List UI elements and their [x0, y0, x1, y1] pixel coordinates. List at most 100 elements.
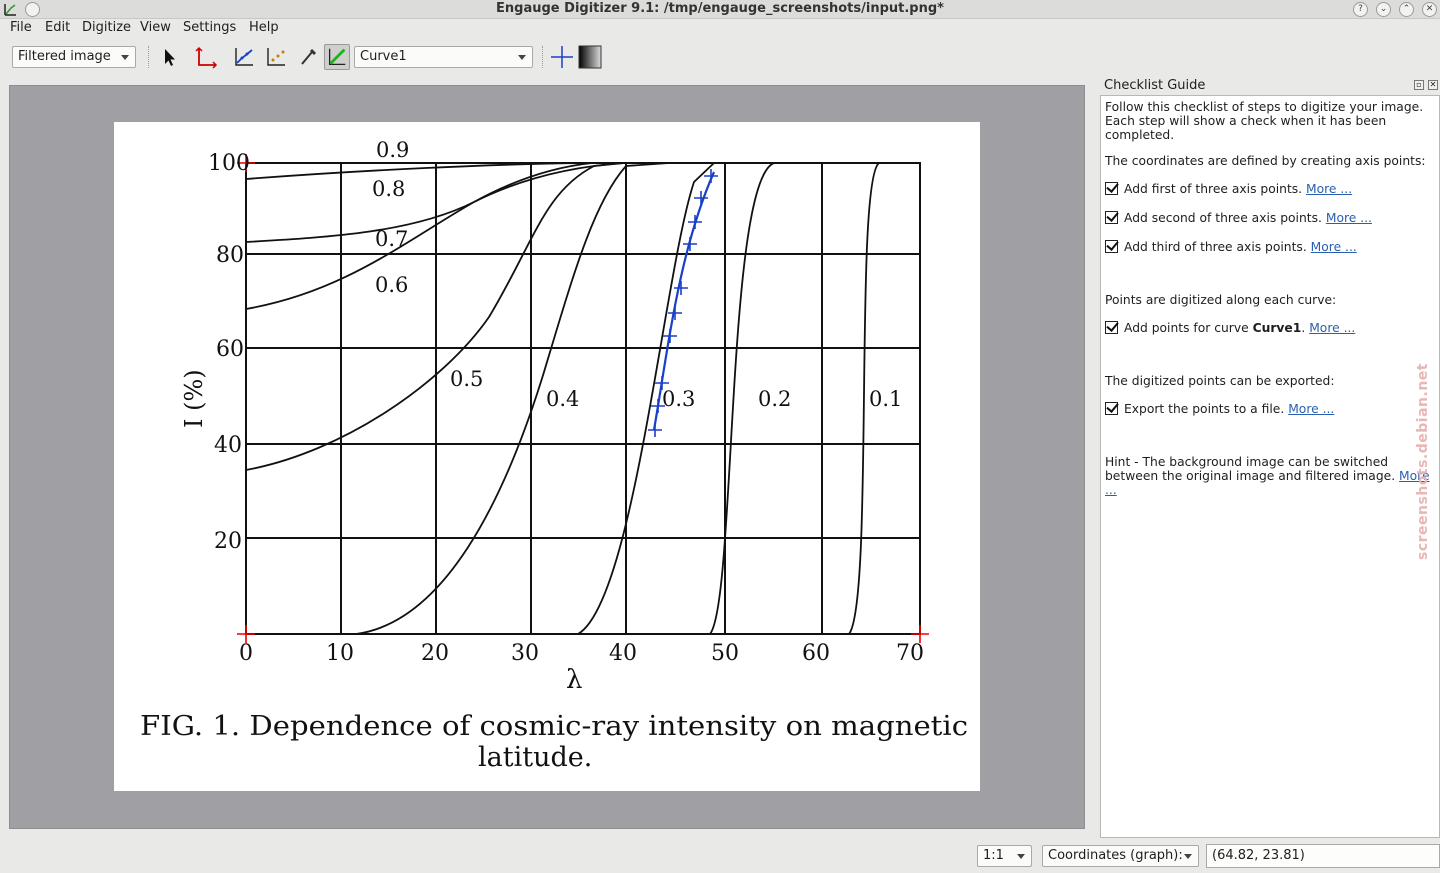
chevron-down-icon [121, 55, 129, 60]
background-mode-value: Filtered image [18, 49, 111, 64]
hint-text: Hint - The background image can be switc… [1105, 455, 1435, 497]
x-tick-label: 70 [896, 641, 924, 666]
checklist-step-export: Export the points to a file. More ... [1105, 402, 1435, 416]
zoom-select[interactable]: 1:1 [977, 845, 1032, 867]
curve-label: 0.6 [375, 273, 408, 297]
x-tick-label: 20 [421, 641, 449, 666]
checkbox-checked-icon [1105, 402, 1118, 415]
checklist-guide-title: Checklist Guide [1104, 78, 1206, 93]
title-bar: Engauge Digitizer 9.1: /tmp/engauge_scre… [0, 0, 1440, 19]
zoom-value: 1:1 [983, 848, 1004, 863]
figure-caption-line2: latitude. [478, 742, 592, 773]
curve-point-marker[interactable] [674, 281, 688, 295]
curve-label: 0.2 [758, 387, 791, 411]
checklist-step-axis-3: Add third of three axis points. More ... [1105, 240, 1435, 254]
step-text: Add second of three axis points. [1124, 211, 1322, 225]
curve-label: 0.8 [372, 177, 405, 201]
checklist-step-axis-1: Add first of three axis points. More ... [1105, 182, 1435, 196]
curve-label: 0.1 [869, 387, 902, 411]
coordinate-mode-select[interactable]: Coordinates (graph): [1042, 845, 1199, 867]
point-match-tool-icon[interactable] [263, 44, 289, 70]
help-button[interactable]: ? [1353, 2, 1368, 17]
checklist-guide-panel: Follow this checklist of steps to digiti… [1100, 95, 1440, 838]
digitized-image[interactable]: 100 80 60 40 20 0 10 20 30 40 50 60 70 0… [114, 122, 980, 791]
dock-float-button[interactable]: ▫ [1414, 80, 1424, 90]
toolbar: Filtered image Curve1 [0, 40, 1440, 74]
curve-point-marker[interactable] [668, 306, 682, 320]
x-tick-label: 40 [609, 641, 637, 666]
more-link[interactable]: More ... [1326, 211, 1372, 225]
step-text: Add third of three axis points. [1124, 240, 1307, 254]
gradient-icon[interactable] [577, 44, 603, 70]
curve-select-value: Curve1 [360, 49, 407, 64]
select-tool-icon[interactable] [156, 44, 182, 70]
menu-view[interactable]: View [140, 20, 171, 35]
curve-0.7 [245, 162, 593, 310]
curve-label: 0.7 [375, 227, 408, 251]
curve-name: Curve1 [1252, 321, 1302, 335]
axis-point-tool-icon[interactable] [193, 44, 219, 70]
y-axis-label: I (%) [180, 369, 208, 428]
menu-file[interactable]: File [10, 20, 32, 35]
more-link[interactable]: More ... [1288, 402, 1334, 416]
x-tick-labels: 0 10 20 30 40 50 60 70 [239, 641, 924, 666]
more-link[interactable]: More ... [1306, 182, 1352, 196]
checklist-step-curve: Add points for curve Curve1. More ... [1105, 321, 1435, 335]
x-tick-label: 60 [802, 641, 830, 666]
curve-point-tool-icon[interactable] [231, 44, 257, 70]
y-tick-labels: 100 80 60 40 20 [208, 151, 250, 554]
status-bar: 1:1 Coordinates (graph): (64.82, 23.81) [0, 840, 1440, 873]
checklist-step-axis-2: Add second of three axis points. More ..… [1105, 211, 1435, 225]
curve-point-marker[interactable] [648, 423, 662, 437]
more-link[interactable]: More ... [1311, 240, 1357, 254]
curve-point-marker[interactable] [663, 329, 677, 343]
chevron-down-icon [1017, 854, 1025, 859]
curve-label: 0.9 [376, 138, 409, 162]
minimize-button[interactable]: ⌄ [1376, 2, 1391, 17]
menu-digitize[interactable]: Digitize [82, 20, 131, 35]
y-tick-label: 60 [216, 337, 244, 362]
segment-fill-icon [328, 48, 346, 66]
curve-label: 0.5 [450, 367, 483, 391]
checkbox-checked-icon [1105, 321, 1118, 334]
crosshair-icon[interactable] [549, 44, 575, 70]
menu-bar: File Edit Digitize View Settings Help [0, 19, 1440, 39]
checklist-intro: Follow this checklist of steps to digiti… [1105, 100, 1424, 142]
curve-point-marker[interactable] [688, 215, 702, 229]
x-tick-label: 30 [511, 641, 539, 666]
curve-select[interactable]: Curve1 [354, 46, 533, 68]
maximize-button[interactable]: ⌃ [1399, 2, 1414, 17]
curve-heading: Points are digitized along each curve: [1105, 293, 1337, 307]
menu-settings[interactable]: Settings [183, 20, 236, 35]
window-title: Engauge Digitizer 9.1: /tmp/engauge_scre… [496, 1, 944, 16]
step-text: Add points for curve [1124, 321, 1253, 335]
axis-heading: The coordinates are defined by creating … [1105, 154, 1426, 168]
checkbox-checked-icon [1105, 240, 1118, 253]
background-mode-select[interactable]: Filtered image [12, 46, 136, 68]
checkbox-checked-icon [1105, 211, 1118, 224]
y-tick-label: 80 [216, 243, 244, 268]
menu-edit[interactable]: Edit [45, 20, 70, 35]
curve-label: 0.4 [546, 387, 579, 411]
y-tick-label: 100 [208, 151, 250, 176]
x-axis-label: λ [566, 665, 582, 695]
coordinate-readout: (64.82, 23.81) [1206, 844, 1440, 868]
figure-svg: 100 80 60 40 20 0 10 20 30 40 50 60 70 0… [140, 138, 968, 773]
x-tick-label: 0 [239, 641, 253, 666]
menu-help[interactable]: Help [249, 20, 279, 35]
segment-fill-tool[interactable] [324, 44, 350, 70]
close-button[interactable]: ✕ [1422, 2, 1437, 17]
curve-point-marker[interactable] [683, 237, 697, 251]
x-tick-label: 10 [326, 641, 354, 666]
export-heading: The digitized points can be exported: [1105, 374, 1335, 388]
hint-body: Hint - The background image can be switc… [1105, 455, 1396, 483]
watermark-text: screenshots.debian.net [1415, 363, 1431, 560]
more-link[interactable]: More ... [1309, 321, 1355, 335]
checkbox-checked-icon [1105, 182, 1118, 195]
chevron-down-icon [1184, 854, 1192, 859]
dock-close-button[interactable]: ✕ [1428, 80, 1438, 90]
step-text-suffix: . [1301, 321, 1306, 335]
y-tick-label: 40 [214, 433, 242, 458]
color-picker-icon[interactable] [295, 44, 321, 70]
y-tick-label: 20 [214, 529, 242, 554]
